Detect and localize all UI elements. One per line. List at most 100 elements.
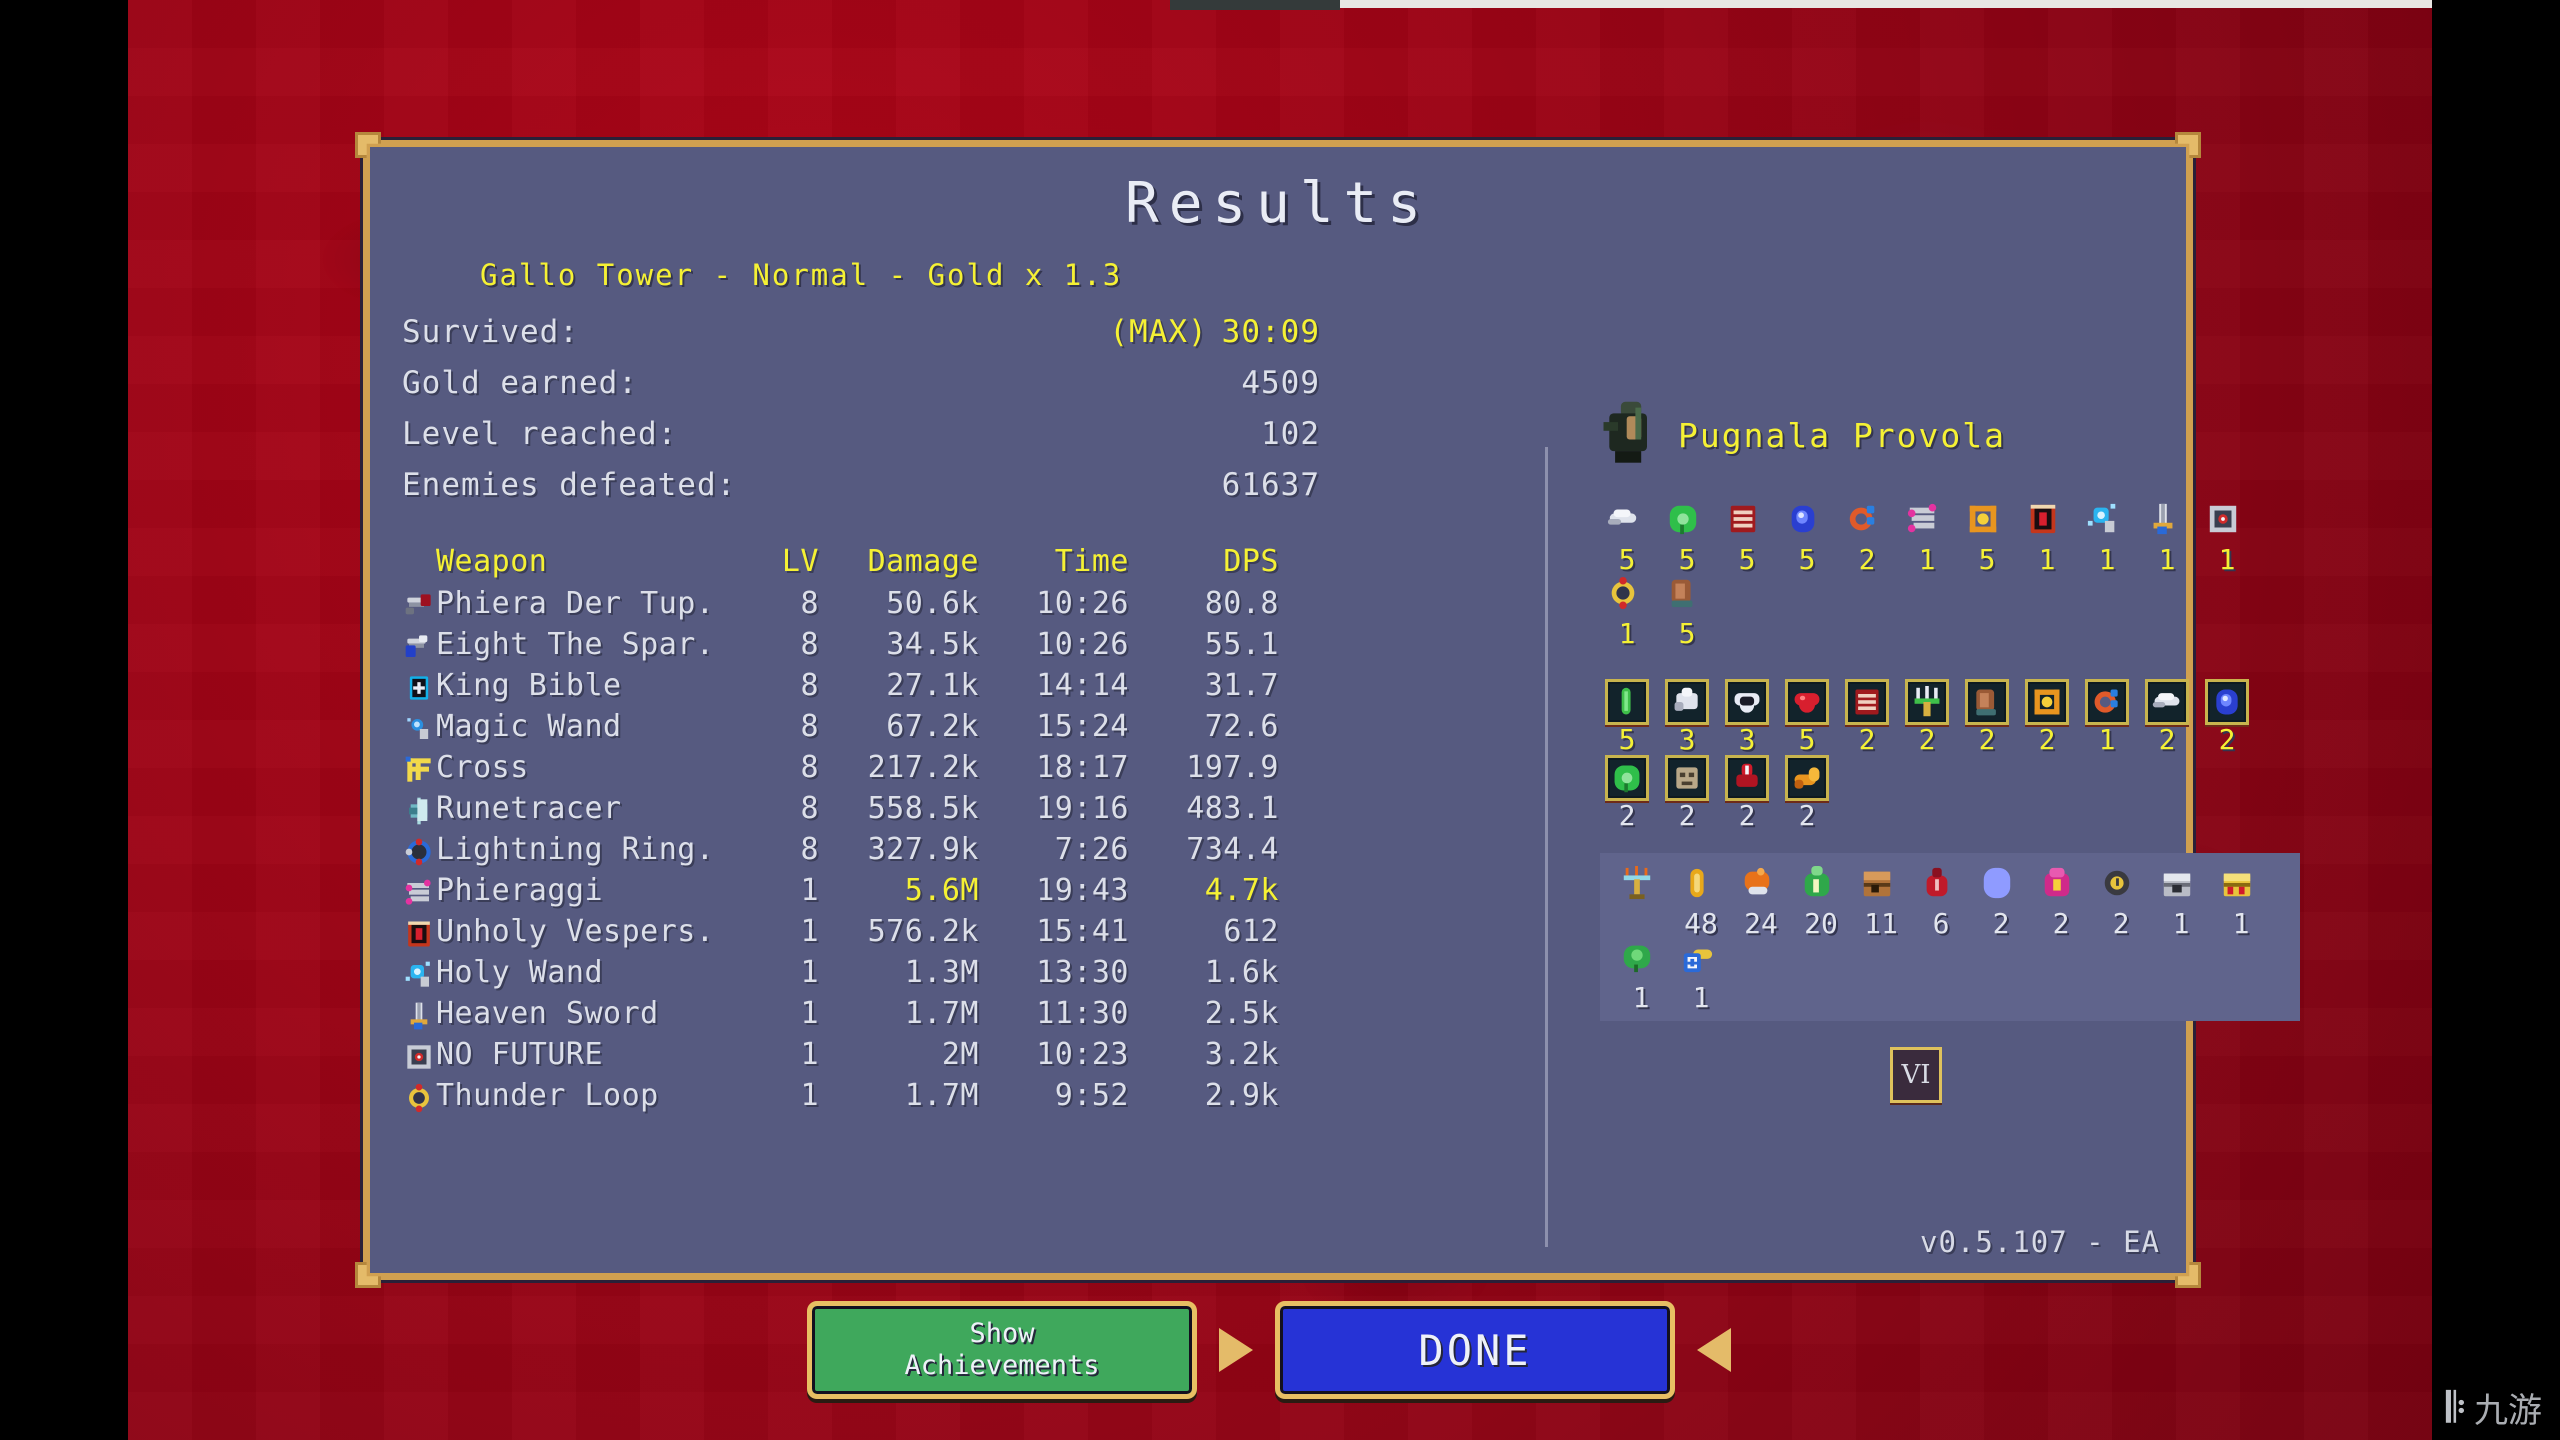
cell-name: Holy Wand (436, 955, 604, 990)
icon-cell[interactable]: 5 (1960, 501, 2014, 575)
icon-count: 2 (1978, 723, 1996, 756)
table-row: King Bible 8 27.1k 14:14 31.7 (402, 665, 1330, 706)
icon-cell[interactable]: 2 (1840, 679, 1894, 755)
done-button[interactable]: DONE (1275, 1301, 1675, 1399)
cell-lv: 8 (800, 750, 819, 785)
cell-lv: 8 (800, 791, 819, 826)
icon-cell[interactable]: 1 (2020, 501, 2074, 575)
cell-dps: 1.6k (1204, 955, 1279, 990)
icon-cell[interactable]: 3 (1720, 679, 1774, 755)
cell-dps: 3.2k (1204, 1037, 1279, 1072)
icon-cell[interactable]: 5 (1780, 501, 1834, 575)
heaven-sword-icon (2145, 501, 2189, 545)
red-book-icon (1845, 679, 1889, 725)
icon-cell[interactable]: 3 (1660, 679, 1714, 755)
stat-number: 30:09 (1221, 314, 1320, 350)
icon-cell[interactable]: 2 (1660, 755, 1714, 831)
icon-cell[interactable]: 2 (1780, 755, 1834, 831)
icon-cell[interactable]: 2 (1900, 679, 1954, 755)
cell-damage: 34.5k (886, 627, 979, 662)
icon-cell[interactable]: 5 (1660, 501, 1714, 575)
icon-count: 5 (1678, 543, 1696, 576)
pickups-panel: 48 24 20 11 6 2 2 2 1 1 1 1 (1600, 853, 2300, 1021)
cell-damage: 2M (941, 1037, 979, 1072)
eight-the-sparrow-icon (402, 627, 436, 663)
stat-label: Gold earned: (402, 365, 638, 401)
icon-cell[interactable]: 1 (2140, 501, 2194, 575)
icon-cell[interactable]: 1 (2154, 865, 2208, 939)
page-title: Results (1124, 171, 1431, 236)
show-achievements-button[interactable]: Show Achievements (807, 1301, 1197, 1399)
cell-damage: 217.2k (867, 750, 979, 785)
character-column: Pugnala Provola 5555215111115 5335222212… (1600, 401, 2300, 1103)
icon-cell[interactable]: 1 (1674, 939, 1728, 1013)
icon-cell[interactable]: 11 (1854, 865, 1908, 939)
watermark: 𝄆 九游 (2447, 1383, 2542, 1432)
icon-cell[interactable]: 1 (1600, 575, 1654, 649)
clock-icon (2099, 865, 2143, 909)
equipment-grid: 5 5 5 5 2 1 5 1 1 1 1 1 5 (1600, 501, 2300, 649)
pickups-grid: 48 24 20 11 6 2 2 2 1 1 1 1 (1614, 865, 2314, 1013)
cell-time: 15:41 (1036, 914, 1129, 949)
icon-count: 1 (2098, 543, 2116, 576)
icon-cell[interactable]: 24 (1734, 865, 1788, 939)
cell-time: 10:26 (1036, 586, 1129, 621)
arcana-badge[interactable]: VI (1890, 1047, 1942, 1103)
blue-orb-icon (2205, 679, 2249, 725)
icon-count: 2 (1618, 799, 1636, 832)
icon-count: 1 (2218, 543, 2236, 576)
icon-cell[interactable]: 1 (2200, 501, 2254, 575)
icon-cell[interactable]: 5 (1600, 501, 1654, 575)
table-row: Phiera Der Tup. 8 50.6k 10:26 80.8 (402, 583, 1330, 624)
icon-cell[interactable]: 2 (2020, 679, 2074, 755)
icon-cell[interactable]: 1 (2080, 679, 2134, 755)
table-row: Magic Wand 8 67.2k 15:24 72.6 (402, 706, 1330, 747)
cell-time: 10:26 (1036, 627, 1129, 662)
icon-cell[interactable]: 2 (1974, 865, 2028, 939)
col-time: Time (1054, 544, 1129, 579)
top-bar-light (1340, 0, 2432, 8)
stat-row: Survived: (MAX) 30:09 (402, 307, 1330, 358)
icon-cell[interactable]: 2 (1720, 755, 1774, 831)
icon-cell[interactable]: 1 (2080, 501, 2134, 575)
icon-count: 20 (1804, 907, 1838, 940)
col-weapon: Weapon (436, 544, 548, 579)
table-row: Phieraggi 1 5.6M 19:43 4.7k (402, 870, 1330, 911)
cell-time: 14:14 (1036, 668, 1129, 703)
icon-cell[interactable]: 1 (1614, 939, 1668, 1013)
icon-cell[interactable]: 2 (1960, 679, 2014, 755)
cell-lv: 1 (800, 1078, 819, 1113)
cell-lv: 8 (800, 586, 819, 621)
icon-cell[interactable]: 5 (1660, 575, 1714, 649)
icon-cell[interactable]: 2 (2200, 679, 2254, 755)
icon-cell[interactable]: 2 (2140, 679, 2194, 755)
icon-cell[interactable]: 2 (1600, 755, 1654, 831)
icon-cell[interactable]: 2 (2034, 865, 2088, 939)
king-bible-icon (402, 668, 436, 704)
weapon-table: Weapon LV Damage Time DPS Phiera Der Tup… (402, 541, 1330, 1116)
icon-cell[interactable]: 5 (1720, 501, 1774, 575)
clover-icon (1665, 501, 1709, 545)
glove-icon (1665, 575, 1709, 619)
cell-lv: 1 (800, 955, 819, 990)
icon-cell[interactable]: 1 (2214, 865, 2268, 939)
arrow-right-icon (1219, 1328, 1253, 1372)
results-panel: Results Gallo Tower - Normal - Gold x 1.… (355, 132, 2300, 1288)
icon-cell[interactable]: 48 (1674, 865, 1728, 939)
icon-cell[interactable]: 6 (1914, 865, 1968, 939)
stat-value: 102 (1261, 409, 1330, 460)
icon-cell[interactable]: 5 (1780, 679, 1834, 755)
icon-cell[interactable]: 2 (2094, 865, 2148, 939)
icon-count: 1 (1692, 981, 1710, 1014)
icon-count: 2 (2218, 723, 2236, 756)
icon-cell[interactable] (1614, 865, 1668, 939)
icon-cell[interactable]: 2 (1840, 501, 1894, 575)
cell-lv: 1 (800, 996, 819, 1031)
icon-cell[interactable]: 1 (1900, 501, 1954, 575)
thunder-loop-icon (402, 1078, 436, 1114)
icon-cell[interactable]: 5 (1600, 679, 1654, 755)
top-bar-dark (1170, 0, 1340, 10)
icon-cell[interactable]: 20 (1794, 865, 1848, 939)
watermark-logo-icon: 𝄆 (2446, 1384, 2466, 1431)
panel-corner-top-left (355, 132, 381, 158)
